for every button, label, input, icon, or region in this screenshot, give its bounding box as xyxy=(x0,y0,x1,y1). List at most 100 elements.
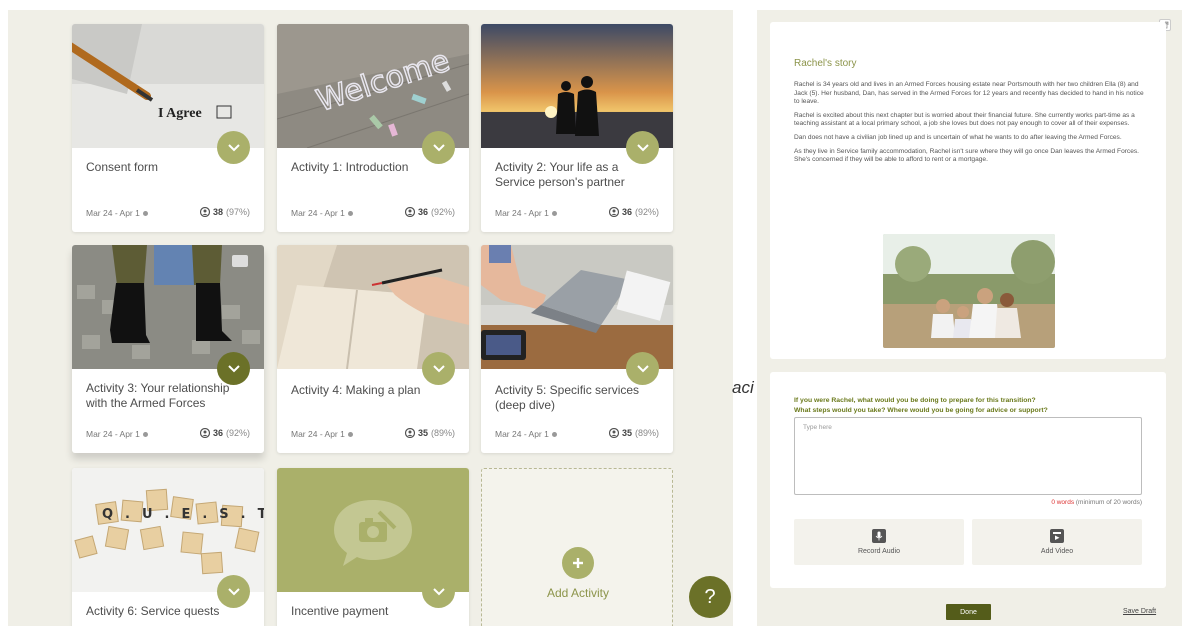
activity-preview-panel: Rachel's story Rachel is 34 years old an… xyxy=(757,10,1182,626)
add-activity-label[interactable]: Add Activity xyxy=(482,586,674,600)
participant-percent: (89%) xyxy=(430,428,455,438)
expand-chevron-button[interactable] xyxy=(422,575,455,608)
question-card: If you were Rachel, what would you be do… xyxy=(770,372,1166,588)
word-count-minimum: (minimum of 20 words) xyxy=(1075,499,1142,506)
scrabble-tiles-image: Q.U.E.S.T.S xyxy=(72,468,264,592)
activity-dates: Mar 24 - Apr 1 xyxy=(291,429,353,439)
expand-chevron-button[interactable] xyxy=(626,352,659,385)
word-counter: 0 words (minimum of 20 words) xyxy=(1051,499,1142,506)
status-dot xyxy=(347,432,353,438)
activity-dates-text: Mar 24 - Apr 1 xyxy=(291,208,345,218)
participant-percent: (92%) xyxy=(430,207,455,217)
boots-image xyxy=(72,245,264,369)
chevron-down-icon xyxy=(636,143,649,151)
activity-card-2[interactable]: Activity 2: Your life as a Service perso… xyxy=(481,24,673,232)
save-draft-link[interactable]: Save Draft xyxy=(1123,608,1156,615)
story-paragraph: Rachel is excited about this next chapte… xyxy=(794,111,1135,128)
expand-chevron-button[interactable] xyxy=(422,131,455,164)
chevron-down-icon xyxy=(432,143,445,151)
activity-card-1[interactable]: Welcome Activity 1: Introduction Mar 24 … xyxy=(277,24,469,232)
expand-chevron-button[interactable] xyxy=(217,575,250,608)
status-dot xyxy=(142,211,148,217)
activity-title: Consent form xyxy=(86,160,159,174)
person-icon xyxy=(199,428,210,438)
activity-title: Activity 1: Introduction xyxy=(291,160,409,174)
participant-count: 35 (89%) xyxy=(404,428,455,438)
status-dot xyxy=(347,211,353,217)
laptop-image xyxy=(481,245,673,369)
status-dot xyxy=(142,432,148,438)
participant-count-value: 38 xyxy=(212,207,223,217)
record-audio-label: Record Audio xyxy=(857,548,901,555)
participant-count: 36 (92%) xyxy=(608,207,659,217)
participant-count: 35 (89%) xyxy=(608,428,659,438)
activity-title: Activity 4: Making a plan xyxy=(291,383,421,397)
answer-textarea[interactable]: Type here xyxy=(794,417,1142,495)
participant-count-value: 35 xyxy=(417,428,428,438)
help-button[interactable]: ? xyxy=(689,576,731,618)
chevron-down-icon xyxy=(432,364,445,372)
story-paragraph: Dan does not have a civilian job lined u… xyxy=(794,133,1122,141)
activity-title: Incentive payment xyxy=(291,604,389,618)
activity-card-incentive[interactable]: Incentive payment xyxy=(277,468,469,626)
activity-dates-text: Mar 24 - Apr 1 xyxy=(495,208,549,218)
person-icon xyxy=(199,207,210,217)
expand-chevron-button[interactable] xyxy=(217,131,250,164)
record-audio-button[interactable]: Record Audio xyxy=(794,519,964,565)
activities-panel: I Agree Consent form Mar 24 - Apr 1 38 (9… xyxy=(8,10,733,626)
status-dot xyxy=(551,432,557,438)
video-icon xyxy=(1050,529,1064,543)
welcome-image: Welcome xyxy=(277,24,469,148)
question-line: What steps would you take? Where would y… xyxy=(794,406,1048,414)
chevron-down-icon xyxy=(227,587,240,595)
add-icon[interactable] xyxy=(562,547,594,579)
story-paragraph: As they live in Service family accommoda… xyxy=(794,147,1140,164)
chevron-down-icon xyxy=(432,587,445,595)
status-dot xyxy=(551,211,557,217)
chevron-down-icon xyxy=(636,364,649,372)
participant-count: 38 (97%) xyxy=(199,207,250,217)
chevron-down-icon xyxy=(227,143,240,151)
participant-count-value: 36 xyxy=(417,207,428,217)
sunset-couple-image xyxy=(481,24,673,148)
activity-title: Activity 6: Service quests xyxy=(86,604,220,618)
question-prompt: If you were Rachel, what would you be do… xyxy=(794,396,1144,415)
expand-chevron-button[interactable] xyxy=(626,131,659,164)
participant-percent: (97%) xyxy=(225,207,250,217)
consent-image: I Agree xyxy=(72,24,264,148)
expand-chevron-button[interactable] xyxy=(422,352,455,385)
activity-card-3[interactable]: Activity 3: Your relationship with the A… xyxy=(72,245,264,453)
expand-chevron-button[interactable] xyxy=(217,352,250,385)
activity-dates: Mar 24 - Apr 1 xyxy=(291,208,353,218)
activity-dates: Mar 24 - Apr 1 xyxy=(86,208,148,218)
story-card: Rachel's story Rachel is 34 years old an… xyxy=(770,22,1166,359)
activity-card-5[interactable]: Activity 5: Specific services (deep dive… xyxy=(481,245,673,453)
activity-card-6[interactable]: Q.U.E.S.T.S Activity 6: Service quests xyxy=(72,468,264,626)
done-button[interactable]: Done xyxy=(946,604,991,620)
scrabble-tiles-text: Q.U.E.S.T.S xyxy=(102,507,264,522)
stray-text: aci xyxy=(732,378,754,397)
activity-title: Activity 5: Specific services (deep dive… xyxy=(495,383,640,412)
activity-dates: Mar 24 - Apr 1 xyxy=(86,429,148,439)
participant-count-value: 36 xyxy=(212,428,223,438)
question-line: If you were Rachel, what would you be do… xyxy=(794,397,1036,404)
activity-dates-text: Mar 24 - Apr 1 xyxy=(86,208,140,218)
participant-percent: (92%) xyxy=(634,207,659,217)
participant-percent: (89%) xyxy=(634,428,659,438)
participant-percent: (92%) xyxy=(225,428,250,438)
activity-title: Activity 3: Your relationship with the A… xyxy=(86,381,230,410)
chevron-down-icon xyxy=(227,364,240,372)
add-video-button[interactable]: Add Video xyxy=(972,519,1142,565)
add-activity-card[interactable]: Add Activity xyxy=(481,468,673,626)
person-icon xyxy=(404,428,415,438)
activity-title: Activity 2: Your life as a Service perso… xyxy=(495,160,625,189)
person-icon xyxy=(608,207,619,217)
word-count-value: 0 words xyxy=(1051,499,1075,506)
participant-count-value: 35 xyxy=(621,428,632,438)
incentive-placeholder-image xyxy=(277,468,469,592)
activity-card-4[interactable]: Activity 4: Making a plan Mar 24 - Apr 1… xyxy=(277,245,469,453)
story-title: Rachel's story xyxy=(794,58,857,69)
activity-card-consent[interactable]: I Agree Consent form Mar 24 - Apr 1 38 (9… xyxy=(72,24,264,232)
activity-dates: Mar 24 - Apr 1 xyxy=(495,429,557,439)
notebook-writing-image xyxy=(277,245,469,369)
